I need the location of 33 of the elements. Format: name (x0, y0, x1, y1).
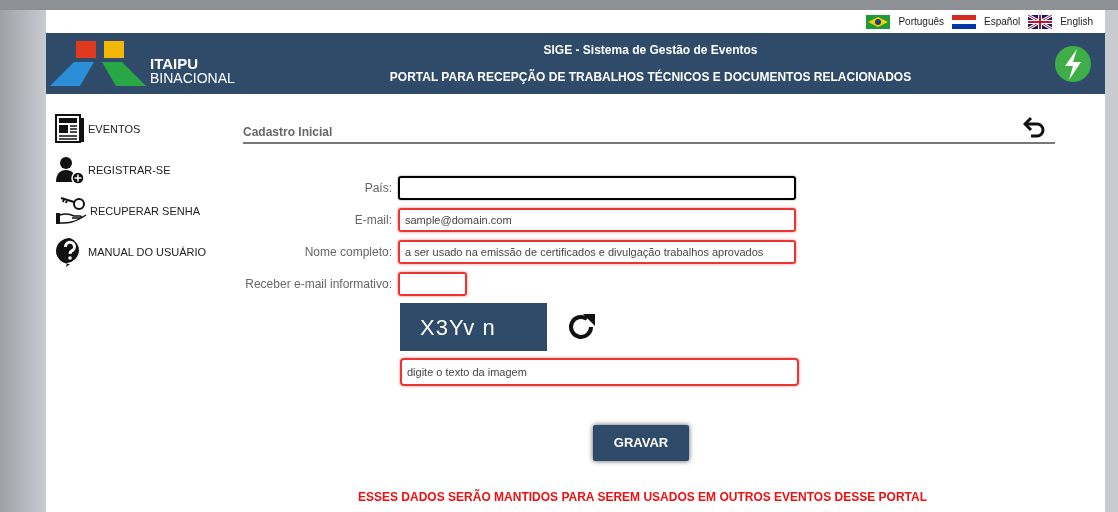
sidebar-link[interactable]: RECUPERAR SENHA (90, 202, 201, 220)
text-field[interactable]: a ser usado na emissão de certificados e divulgação trabalhos aprovados (398, 240, 796, 264)
sidebar-link[interactable]: REGISTRAR-SE (88, 161, 171, 179)
newspaper-icon (55, 114, 85, 144)
header-subtitle: PORTAL PARA RECEPÇÃO DE TRABALHOS TÉCNICOS E DOCUMENTOS RELACIONADOS (389, 68, 912, 86)
sidebar-link[interactable]: EVENTOS (88, 120, 141, 138)
captcha-field[interactable]: digite o texto da imagem (400, 358, 799, 386)
text-field[interactable] (398, 176, 796, 200)
itaipu-logo-icon (50, 39, 146, 88)
field-label: País: (363, 180, 393, 197)
key-hand-icon (55, 196, 87, 226)
header-title: SIGE - Sistema de Gestão de Eventos (543, 42, 758, 59)
section-title: Cadastro Inicial (243, 124, 333, 141)
field-label: Receber e-mail informativo: (244, 276, 393, 293)
lightning-globe-logo-icon (1053, 43, 1093, 84)
field-label: E-mail: (353, 212, 393, 229)
logo-title: ITAIPU (150, 56, 200, 71)
text-field[interactable]: sample@domain.com (398, 208, 796, 232)
brazil-flag-icon[interactable] (866, 14, 891, 29)
sidebar-link[interactable]: MANUAL DO USUÁRIO (88, 243, 207, 261)
language-link[interactable]: Español (984, 14, 1021, 29)
captcha-text: X3Yv n (420, 313, 496, 342)
field-label: Nome completo: (303, 244, 393, 261)
logo-subtitle: BINACIONAL (150, 70, 235, 85)
text-field[interactable] (398, 272, 467, 296)
notice-text: ESSES DADOS SERÃO MANTIDOS PARA SEREM USADOS EM OUTROS EVENTOS DESSE PORTAL (358, 488, 927, 506)
user-add-icon (55, 155, 85, 185)
paraguay-flag-icon[interactable] (952, 14, 977, 29)
uk-flag-icon[interactable] (1028, 14, 1053, 29)
back-arrow-icon[interactable] (1023, 116, 1047, 138)
language-link[interactable]: Português (898, 14, 945, 29)
language-link[interactable]: English (1060, 14, 1093, 29)
save-button[interactable]: GRAVAR (593, 425, 689, 461)
